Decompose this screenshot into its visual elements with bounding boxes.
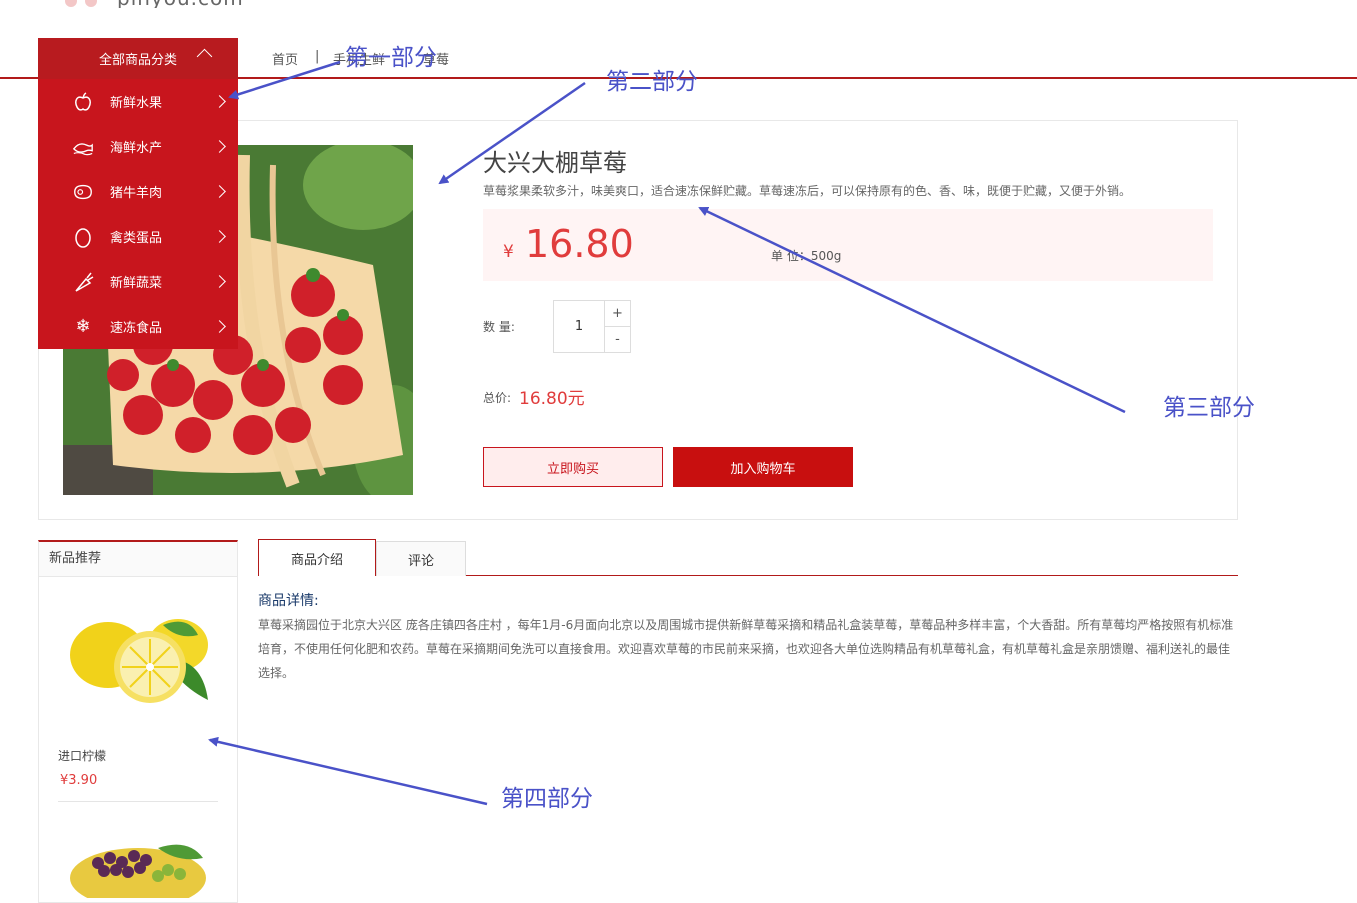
chevron-up-icon	[196, 48, 213, 65]
category-item-label: 新鲜蔬菜	[110, 276, 163, 291]
chevron-right-icon	[213, 320, 226, 333]
category-item-label: 海鲜水产	[110, 141, 163, 156]
annotation-part4: 第四部分	[501, 786, 593, 812]
quantity-decrease-button[interactable]: -	[605, 327, 630, 352]
price-panel: ¥ 16.80 单 位：500g	[483, 209, 1213, 281]
quantity-stepper: 1 + -	[553, 300, 631, 353]
chevron-right-icon	[213, 275, 226, 288]
breadcrumb-separator: |	[315, 49, 320, 64]
quantity-label: 数 量:	[483, 320, 515, 334]
logo-text: pinyou.com	[117, 0, 244, 8]
carrot-icon	[72, 271, 94, 293]
annotation-part2: 第二部分	[606, 69, 698, 95]
new-product-name[interactable]: 进口柠檬	[58, 747, 106, 764]
add-to-cart-button[interactable]: 加入购物车	[673, 447, 853, 487]
chevron-right-icon	[213, 140, 226, 153]
tab-product-intro[interactable]: 商品介绍	[258, 539, 376, 576]
product-price: 16.80	[525, 222, 634, 266]
chevron-right-icon	[213, 95, 226, 108]
quantity-input[interactable]: 1	[554, 301, 605, 352]
snowflake-icon: ❄	[75, 316, 91, 337]
category-item-frozen[interactable]: ❄ 速冻食品	[38, 304, 238, 349]
category-menu: 全部商品分类 新鲜水果 海鲜水产 猪牛羊肉 禽类蛋品 新鲜蔬菜 ❄ 速冻食品	[38, 38, 238, 349]
new-products-title: 新品推荐	[39, 542, 237, 577]
new-product-price: ¥3.90	[60, 773, 98, 788]
product-unit: 单 位：500g	[771, 249, 842, 263]
total-label: 总价:	[483, 391, 512, 405]
quantity-increase-button[interactable]: +	[605, 301, 630, 327]
annotation-part3: 第三部分	[1163, 395, 1255, 421]
currency-symbol: ¥	[503, 242, 514, 262]
category-item-label: 速冻食品	[110, 321, 163, 336]
site-logo[interactable]: pinyou.com	[65, 0, 244, 8]
annotation-arrow-4	[208, 736, 488, 806]
product-title: 大兴大棚草莓	[483, 149, 627, 177]
detail-body: 草莓采摘园位于北京大兴区 庞各庄镇四各庄村 ，每年1月-6月面向北京以及周围城市…	[258, 618, 1234, 680]
category-item-eggs[interactable]: 禽类蛋品	[38, 214, 238, 259]
category-item-label: 新鲜水果	[110, 96, 163, 111]
category-item-meat[interactable]: 猪牛羊肉	[38, 169, 238, 214]
lemon-product-image[interactable]	[68, 605, 213, 715]
egg-icon	[72, 226, 94, 248]
tab-comments[interactable]: 评论	[376, 541, 466, 576]
buy-now-button[interactable]: 立即购买	[483, 447, 663, 487]
category-menu-title: 全部商品分类	[98, 53, 177, 68]
chevron-right-icon	[213, 185, 226, 198]
logo-mark-icon	[65, 0, 105, 7]
fish-icon	[72, 136, 94, 158]
divider	[58, 801, 218, 802]
grape-product-image[interactable]	[68, 838, 208, 903]
meat-icon	[72, 181, 94, 203]
apple-icon	[72, 91, 94, 113]
category-item-label: 猪牛羊肉	[110, 186, 163, 201]
category-item-vegetables[interactable]: 新鲜蔬菜	[38, 259, 238, 304]
annotation-part1: 第一部分	[345, 45, 437, 71]
chevron-right-icon	[213, 230, 226, 243]
category-item-fruit[interactable]: 新鲜水果	[38, 79, 238, 124]
category-item-label: 禽类蛋品	[110, 231, 163, 246]
detail-heading: 商品详情:	[258, 593, 319, 609]
product-description: 草莓浆果柔软多汁，味美爽口，适合速冻保鲜贮藏。草莓速冻后，可以保持原有的色、香、…	[483, 184, 1132, 198]
breadcrumb-home[interactable]: 首页	[272, 49, 298, 68]
category-menu-header[interactable]: 全部商品分类	[38, 38, 238, 79]
category-item-seafood[interactable]: 海鲜水产	[38, 124, 238, 169]
total-price: 16.80元	[519, 389, 585, 409]
